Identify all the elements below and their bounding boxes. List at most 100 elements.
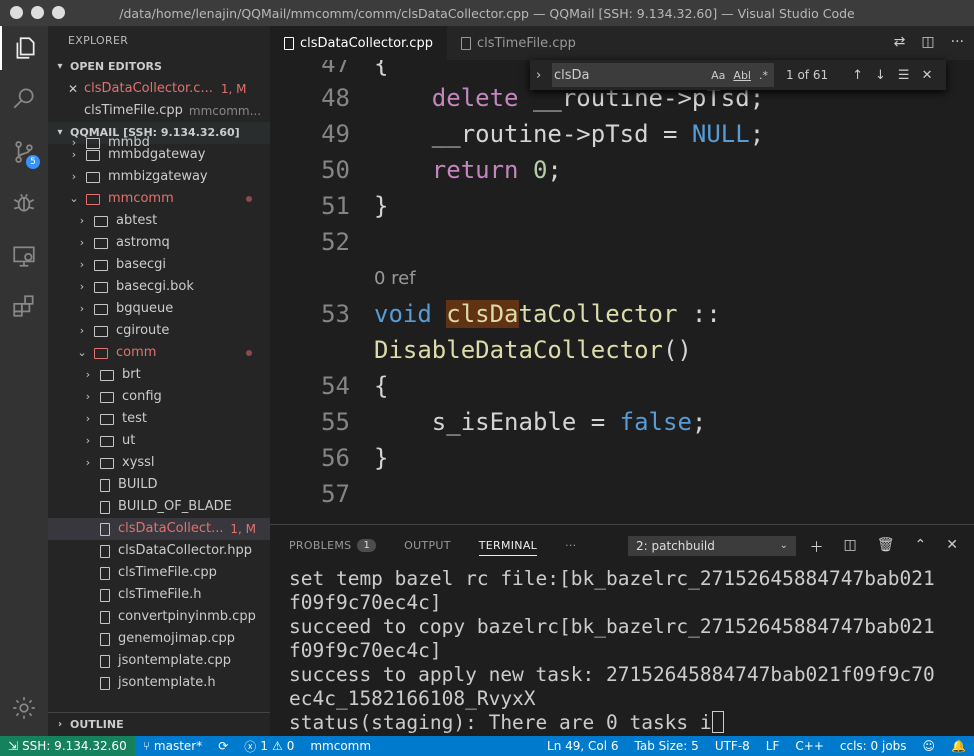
remote-explorer-icon[interactable]: [0, 234, 48, 278]
git-branch-icon: ⑂: [142, 739, 150, 753]
code-line: {: [374, 372, 389, 400]
tree-item-folder[interactable]: › basecgi: [48, 254, 270, 276]
tree-item-folder[interactable]: › bgqueue: [48, 298, 270, 320]
settings-gear-icon[interactable]: [0, 686, 48, 730]
tab-clstimefile[interactable]: clsTimeFile.cpp: [447, 26, 590, 60]
arrow-down-icon[interactable]: ↓: [875, 68, 886, 83]
feedback-icon[interactable]: ☺: [915, 739, 944, 753]
close-icon[interactable]: ✕: [68, 78, 84, 100]
tree-item-file[interactable]: clsTimeFile.h: [48, 584, 270, 606]
branch-indicator[interactable]: ⑂ master*: [135, 739, 211, 753]
tree-item-folder[interactable]: › cgiroute: [48, 320, 270, 342]
ccls-status[interactable]: ccls: 0 jobs: [832, 739, 915, 753]
tab-clsdatacollector[interactable]: clsDataCollector.cpp: [270, 26, 447, 60]
problems-indicator[interactable]: ⓧ 1 ⚠ 0: [236, 738, 302, 755]
tree-item-folder[interactable]: › test: [48, 408, 270, 430]
notifications-icon[interactable]: 🔔: [943, 739, 974, 753]
tree-item-file[interactable]: jsontemplate.h: [48, 672, 270, 694]
close-icon[interactable]: ✕: [922, 68, 933, 83]
terminal-line: f09f9c70ec4c]: [289, 639, 442, 662]
open-editors-section[interactable]: ▾ OPEN EDITORS: [48, 56, 270, 78]
tree-item-folder[interactable]: › brt: [48, 364, 270, 386]
folder-icon: [100, 457, 114, 469]
line-number: 57: [321, 480, 350, 508]
tree-item-folder[interactable]: ⌄ mmcomm: [48, 188, 270, 210]
cursor-position[interactable]: Ln 49, Col 6: [539, 739, 627, 753]
compare-changes-icon[interactable]: ⇄: [894, 34, 906, 50]
encoding[interactable]: UTF-8: [707, 739, 758, 753]
open-editor-item[interactable]: ✕ clsDataCollector.c... 1, M: [48, 78, 270, 100]
project-indicator[interactable]: mmcomm: [302, 739, 379, 753]
tree-item-file-selected[interactable]: clsDataCollect... 1, M: [48, 518, 270, 540]
tab-terminal[interactable]: TERMINAL: [478, 535, 538, 556]
tree-item-folder[interactable]: › xyssl: [48, 452, 270, 474]
editor-scrollbar[interactable]: [963, 60, 974, 524]
tree-item-folder[interactable]: ⌄ comm: [48, 342, 270, 364]
tree-item-folder[interactable]: › abtest: [48, 210, 270, 232]
tree-item-file[interactable]: BUILD_OF_BLADE: [48, 496, 270, 518]
split-editor-icon[interactable]: ◫: [921, 34, 934, 50]
sync-icon[interactable]: ⟳: [210, 739, 236, 753]
close-window-button[interactable]: [10, 6, 23, 19]
tree-item-file[interactable]: clsDataCollector.hpp: [48, 540, 270, 562]
language-mode[interactable]: C++: [787, 739, 832, 753]
error-icon: ⓧ: [244, 739, 257, 754]
tab-size[interactable]: Tab Size: 5: [627, 739, 707, 753]
tree-item-file[interactable]: BUILD: [48, 474, 270, 496]
folder-icon: [100, 391, 114, 403]
panel-more-icon[interactable]: ···: [565, 539, 576, 552]
tree-item-folder[interactable]: › astromq: [48, 232, 270, 254]
search-icon[interactable]: [0, 76, 48, 120]
more-actions-icon[interactable]: ···: [951, 34, 964, 50]
activity-bar: 5: [0, 26, 48, 736]
arrow-up-icon[interactable]: ↑: [852, 68, 863, 83]
code-line: {: [374, 60, 389, 78]
code-editor[interactable]: 47 { 48 delete __routine->pTsd; 49 __rou…: [270, 60, 974, 524]
new-terminal-icon[interactable]: ＋: [810, 537, 824, 557]
chevron-right-icon[interactable]: ›: [536, 68, 541, 83]
find-in-selection-icon[interactable]: ☰: [898, 68, 910, 83]
terminal-output[interactable]: set temp bazel rc file:[bk_bazelrc_27152…: [289, 567, 935, 735]
line-ending[interactable]: LF: [758, 739, 788, 753]
terminal-line: f09f9c70ec4c]: [289, 591, 442, 614]
tree-item-file[interactable]: jsontemplate.cpp: [48, 650, 270, 672]
codelens-references[interactable]: 0 ref: [374, 268, 416, 289]
tree-item-folder[interactable]: › config: [48, 386, 270, 408]
close-icon[interactable]: ✕: [946, 537, 958, 557]
debug-icon[interactable]: [0, 180, 48, 224]
source-control-icon[interactable]: 5: [0, 130, 48, 174]
tree-item-folder[interactable]: › basecgi.bok: [48, 276, 270, 298]
tree-item-file[interactable]: clsTimeFile.cpp: [48, 562, 270, 584]
maximize-panel-icon[interactable]: ⌃: [915, 537, 927, 557]
modified-badge: 1, M: [230, 522, 256, 536]
open-editor-item[interactable]: clsTimeFile.cpp mmcomm...: [48, 100, 270, 122]
tab-output[interactable]: OUTPUT: [404, 539, 451, 552]
find-input[interactable]: clsDa Aa Abl .*: [552, 63, 774, 87]
maximize-window-button[interactable]: [52, 6, 65, 19]
split-terminal-icon[interactable]: ◫: [844, 537, 857, 557]
panel-actions: ＋ ◫ 🗑 ⌃ ✕: [810, 537, 958, 557]
match-case-icon[interactable]: Aa: [711, 69, 725, 82]
code-line: void clsDataCollector ::: [374, 300, 721, 328]
regex-icon[interactable]: .*: [759, 69, 768, 82]
chevron-down-icon: ⌄: [779, 540, 788, 551]
minimize-window-button[interactable]: [31, 6, 44, 19]
trash-icon[interactable]: 🗑: [877, 537, 895, 557]
tree-item-folder[interactable]: › mmbdgateway: [48, 144, 270, 166]
explorer-icon[interactable]: [0, 26, 48, 70]
outline-section[interactable]: › OUTLINE: [48, 712, 270, 736]
tree-item-file[interactable]: genemojimap.cpp: [48, 628, 270, 650]
terminal-select[interactable]: 2: patchbuild ⌄: [628, 536, 796, 556]
modified-dot: [246, 350, 252, 356]
editor-tabs: clsDataCollector.cpp clsTimeFile.cpp ⇄ ◫…: [270, 26, 974, 60]
editor-actions: ⇄ ◫ ···: [894, 34, 964, 50]
match-whole-word-icon[interactable]: Abl: [733, 69, 751, 82]
window-controls[interactable]: [10, 6, 65, 19]
tree-item-file[interactable]: convertpinyinmb.cpp: [48, 606, 270, 628]
scm-badge: 5: [26, 155, 40, 169]
extensions-icon[interactable]: [0, 284, 48, 328]
tab-problems[interactable]: PROBLEMS 1: [289, 538, 377, 552]
tree-item-folder[interactable]: › ut: [48, 430, 270, 452]
remote-indicator[interactable]: ⇲ SSH: 9.134.32.60: [0, 736, 135, 756]
tree-item-folder[interactable]: › mmbizgateway: [48, 166, 270, 188]
